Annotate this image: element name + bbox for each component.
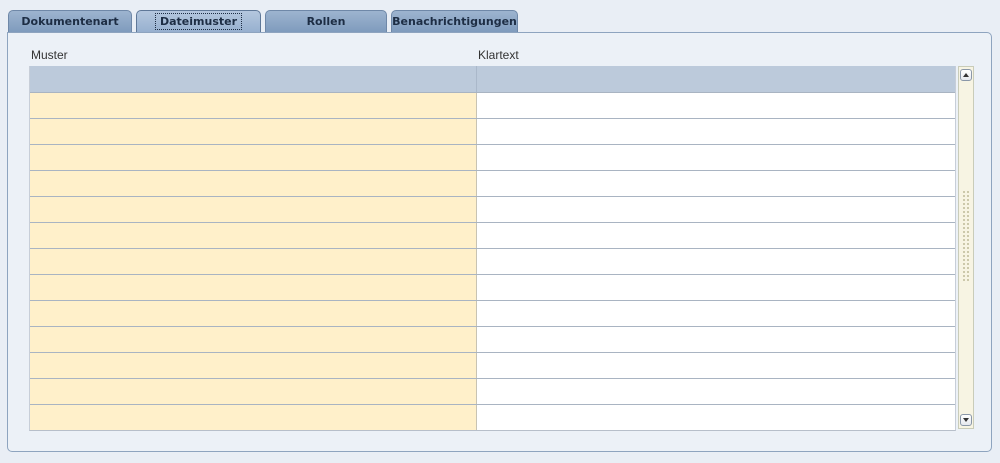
tab-dokumentenart[interactable]: Dokumentenart bbox=[8, 10, 132, 32]
column-label-muster: Muster bbox=[31, 48, 68, 62]
cell-klartext[interactable] bbox=[477, 249, 955, 274]
cell-muster[interactable] bbox=[30, 353, 477, 378]
cell-muster[interactable] bbox=[30, 379, 477, 404]
table-row[interactable] bbox=[30, 144, 955, 170]
table-row[interactable] bbox=[30, 326, 955, 352]
column-label-klartext: Klartext bbox=[478, 48, 519, 62]
cell-klartext[interactable] bbox=[477, 405, 955, 430]
arrow-up-icon bbox=[963, 73, 969, 77]
table-row[interactable] bbox=[30, 196, 955, 222]
cell-klartext[interactable] bbox=[477, 197, 955, 222]
cell-muster[interactable] bbox=[30, 119, 477, 144]
cell-muster[interactable] bbox=[30, 223, 477, 248]
cell-klartext[interactable] bbox=[477, 327, 955, 352]
cell-muster[interactable] bbox=[30, 301, 477, 326]
tab-rollen[interactable]: Rollen bbox=[265, 10, 387, 32]
tab-panel: Muster Klartext bbox=[7, 32, 992, 452]
cell-klartext[interactable] bbox=[477, 379, 955, 404]
tab-label: Dokumentenart bbox=[21, 15, 119, 28]
table-row[interactable] bbox=[30, 248, 955, 274]
tab-bar: Dokumentenart Dateimuster Rollen Benachr… bbox=[8, 10, 518, 32]
table-row[interactable] bbox=[30, 274, 955, 300]
scroll-down-button[interactable] bbox=[960, 414, 972, 426]
tab-dateimuster[interactable]: Dateimuster bbox=[136, 10, 261, 32]
cell-muster[interactable] bbox=[30, 93, 477, 118]
cell-muster[interactable] bbox=[30, 275, 477, 300]
cell-muster[interactable] bbox=[30, 405, 477, 430]
scroll-up-button[interactable] bbox=[960, 69, 972, 81]
tab-label: Benachrichtigungen bbox=[392, 15, 517, 28]
cell-klartext[interactable] bbox=[477, 353, 955, 378]
cell-muster[interactable] bbox=[30, 249, 477, 274]
tab-benachrichtigungen[interactable]: Benachrichtigungen bbox=[391, 10, 518, 32]
cell-klartext[interactable] bbox=[477, 275, 955, 300]
header-cell-klartext[interactable] bbox=[477, 66, 955, 92]
cell-muster[interactable] bbox=[30, 327, 477, 352]
pattern-table bbox=[29, 66, 956, 431]
table-row[interactable] bbox=[30, 352, 955, 378]
arrow-down-icon bbox=[963, 418, 969, 422]
cell-klartext[interactable] bbox=[477, 119, 955, 144]
scrollbar-grip[interactable] bbox=[962, 190, 970, 282]
cell-muster[interactable] bbox=[30, 171, 477, 196]
cell-klartext[interactable] bbox=[477, 145, 955, 170]
cell-muster[interactable] bbox=[30, 197, 477, 222]
cell-klartext[interactable] bbox=[477, 171, 955, 196]
tab-label: Dateimuster bbox=[154, 13, 243, 30]
cell-klartext[interactable] bbox=[477, 301, 955, 326]
header-cell-muster[interactable] bbox=[30, 66, 477, 92]
cell-klartext[interactable] bbox=[477, 93, 955, 118]
table-row[interactable] bbox=[30, 92, 955, 118]
table-header-row[interactable] bbox=[30, 66, 955, 92]
cell-klartext[interactable] bbox=[477, 223, 955, 248]
table-row[interactable] bbox=[30, 222, 955, 248]
cell-muster[interactable] bbox=[30, 145, 477, 170]
table-row[interactable] bbox=[30, 404, 955, 430]
table-row[interactable] bbox=[30, 300, 955, 326]
table-row[interactable] bbox=[30, 170, 955, 196]
tab-label: Rollen bbox=[306, 15, 346, 28]
table-row[interactable] bbox=[30, 118, 955, 144]
vertical-scrollbar[interactable] bbox=[958, 66, 974, 429]
table-row[interactable] bbox=[30, 378, 955, 404]
